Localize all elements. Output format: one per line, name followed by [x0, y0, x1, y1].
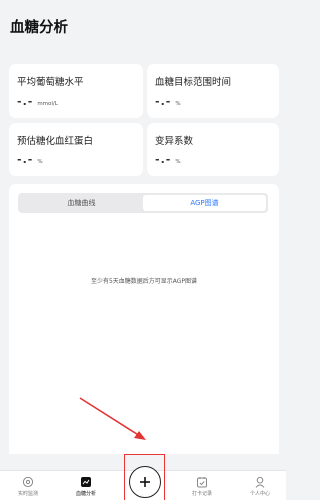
stat-unit: % [175, 159, 181, 165]
tab-glucose-curve[interactable]: 血糖曲线 [20, 195, 143, 211]
stat-unit: % [175, 101, 181, 107]
add-button[interactable] [129, 466, 161, 498]
nav-item-personal-center[interactable]: 个人中心 [240, 476, 280, 497]
chart-panel: 血糖曲线 AGP图谱 至少有5天血糖数据后方可显示AGP图谱 [9, 184, 279, 454]
stat-label: 血糖目标范围时间 [155, 77, 232, 88]
stat-card-time-in-range[interactable]: 血糖目标范围时间 -.-% [147, 64, 279, 118]
nav-item-checkin-records[interactable]: 打卡记录 [182, 476, 222, 497]
tab-agp-chart[interactable]: AGP图谱 [143, 195, 266, 211]
chart-icon [81, 477, 91, 487]
stat-unit: mmol/L [37, 101, 58, 107]
nav-label: 个人中心 [249, 491, 270, 497]
stat-card-average-glucose[interactable]: 平均葡萄糖水平 -.- mmol/L [9, 64, 143, 118]
stat-value: -.- [17, 153, 34, 166]
target-icon [22, 476, 34, 488]
stat-card-estimated-hba1c[interactable]: 预估糖化血红蛋白 -.-% [9, 123, 143, 176]
nav-item-glucose-analysis[interactable]: 血糖分析 [66, 476, 106, 497]
chart-tab-bar: 血糖曲线 AGP图谱 [18, 193, 268, 213]
nav-item-realtime-monitoring[interactable]: 实时监测 [8, 476, 48, 497]
nav-label: 打卡记录 [191, 491, 212, 497]
page-title: 血糖分析 [10, 20, 68, 36]
nav-label: 血糖分析 [75, 491, 96, 497]
stat-label: 平均葡萄糖水平 [17, 77, 84, 88]
stat-unit: % [37, 159, 43, 165]
plus-icon [140, 477, 150, 487]
stat-card-coefficient-of-variation[interactable]: 变异系数 -.-% [147, 123, 279, 176]
checkin-icon [197, 477, 207, 488]
person-icon [255, 476, 265, 488]
stat-label: 变异系数 [155, 136, 194, 147]
stat-value: -.- [155, 95, 172, 108]
nav-label: 实时监测 [17, 491, 38, 497]
stat-label: 预估糖化血红蛋白 [17, 136, 94, 147]
stat-value: -.- [17, 95, 34, 108]
stat-value: -.- [155, 153, 172, 166]
empty-state-message: 至少有5天血糖数据后方可显示AGP图谱 [90, 278, 198, 285]
